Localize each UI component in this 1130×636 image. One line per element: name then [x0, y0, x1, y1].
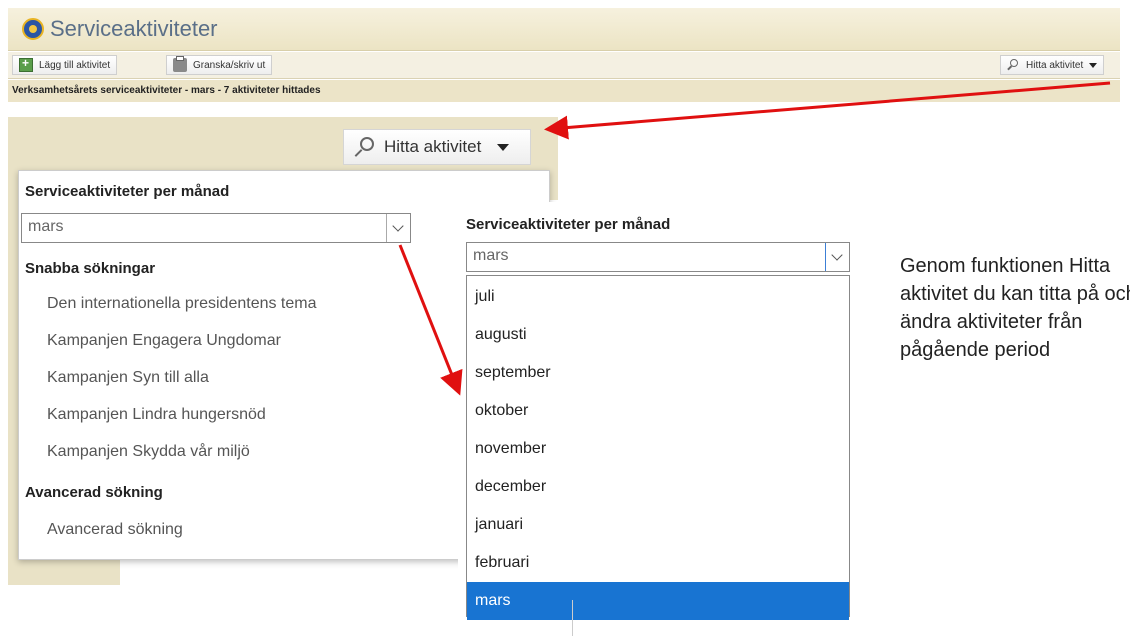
month-option[interactable]: juli — [467, 278, 849, 316]
find-activity-button-small[interactable]: Hitta aktivitet — [1000, 55, 1105, 75]
month-option[interactable]: december — [467, 468, 849, 506]
caret-down-icon — [1089, 62, 1098, 68]
explanation-line: aktivitet du kan titta på och — [900, 283, 1130, 305]
explanation-line: Genom funktionen Hitta — [900, 255, 1111, 277]
find-activity-label-small: Hitta aktivitet — [1026, 59, 1084, 71]
explanation-line: pågående period — [900, 339, 1051, 361]
quick-search-item[interactable]: Kampanjen Skydda vår miljö — [47, 443, 250, 461]
divider — [572, 600, 573, 636]
month-option[interactable]: januari — [467, 506, 849, 544]
quick-search-heading: Snabba sökningar — [25, 260, 156, 277]
quick-search-item[interactable]: Kampanjen Lindra hungersnöd — [47, 406, 266, 424]
advanced-search-link[interactable]: Avancerad sökning — [47, 521, 183, 539]
chevron-down-icon — [392, 220, 404, 232]
month-options-list: juli augusti september oktober november … — [466, 275, 850, 620]
print-icon — [173, 56, 187, 72]
caret-down-icon — [497, 143, 510, 151]
month-heading: Serviceaktiviteter per månad — [25, 183, 230, 200]
chevron-down-icon — [831, 249, 843, 261]
month-option-selected[interactable]: mars — [467, 582, 849, 620]
print-preview-button[interactable]: Granska/skriv ut — [166, 55, 273, 75]
quick-search-item[interactable]: Kampanjen Engagera Ungdomar — [47, 332, 281, 350]
month-dropdown-panel: Serviceaktiviteter per månad mars juli a… — [458, 202, 868, 622]
month-option[interactable]: oktober — [467, 392, 849, 430]
dropdown-arrow[interactable] — [825, 243, 849, 271]
search-icon — [1007, 58, 1020, 72]
month-select-value: mars — [28, 218, 64, 235]
find-activity-label: Hitta aktivitet — [384, 137, 482, 156]
month-select-open[interactable]: mars — [466, 242, 850, 272]
month-option[interactable]: augusti — [467, 316, 849, 354]
add-activity-button[interactable]: Lägg till aktivitet — [12, 55, 118, 75]
month-option[interactable]: november — [467, 430, 849, 468]
dropdown-heading: Serviceaktiviteter per månad — [466, 216, 671, 233]
app-title: Serviceaktiviteter — [50, 16, 218, 41]
toolbar: Lägg till aktivitet Granska/skriv ut Hit… — [8, 52, 1120, 79]
search-icon — [354, 136, 376, 158]
month-option[interactable]: februari — [467, 544, 849, 582]
dropdown-arrow[interactable] — [386, 214, 410, 242]
month-select[interactable]: mars — [21, 213, 411, 243]
month-select-value: mars — [473, 247, 509, 264]
explanation-text: Genom funktionen Hitta aktivitet du kan … — [900, 252, 1130, 372]
add-activity-label: Lägg till aktivitet — [39, 59, 111, 71]
print-preview-label: Granska/skriv ut — [193, 59, 266, 71]
quick-search-item[interactable]: Den internationella presidentens tema — [47, 295, 317, 313]
add-activity-icon — [19, 56, 33, 72]
app-header: Serviceaktiviteter — [8, 8, 1120, 51]
lions-logo-icon — [22, 18, 44, 40]
status-strip: Verksamhetsårets serviceaktiviteter - ma… — [8, 80, 1120, 102]
find-activity-button[interactable]: Hitta aktivitet — [343, 129, 531, 165]
advanced-search-heading: Avancerad sökning — [25, 484, 163, 501]
month-option[interactable]: september — [467, 354, 849, 392]
explanation-line: ändra aktiviteter från — [900, 311, 1083, 333]
quick-search-item[interactable]: Kampanjen Syn till alla — [47, 369, 209, 387]
